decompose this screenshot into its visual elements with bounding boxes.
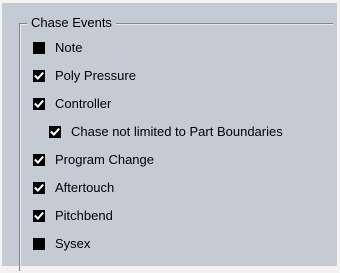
checkbox-icon[interactable] bbox=[33, 182, 45, 194]
checkbox-program-change[interactable]: Program Change bbox=[33, 151, 154, 169]
checkbox-label-program-change: Program Change bbox=[55, 152, 154, 167]
checkbox-note[interactable]: Note bbox=[33, 39, 82, 57]
checkbox-label-chase-not-limited: Chase not limited to Part Boundaries bbox=[71, 124, 283, 139]
checkbox-icon[interactable] bbox=[33, 98, 45, 110]
chase-events-group bbox=[19, 23, 333, 271]
checkbox-label-poly-pressure: Poly Pressure bbox=[55, 68, 136, 83]
checkbox-icon[interactable] bbox=[33, 154, 45, 166]
checkbox-poly-pressure[interactable]: Poly Pressure bbox=[33, 67, 136, 85]
checkbox-label-note: Note bbox=[55, 40, 83, 55]
checkbox-pitchbend[interactable]: Pitchbend bbox=[33, 207, 113, 225]
checkbox-controller[interactable]: Controller bbox=[33, 95, 111, 113]
checkbox-label-sysex: Sysex bbox=[55, 236, 91, 251]
checkbox-label-pitchbend: Pitchbend bbox=[55, 208, 113, 223]
checkbox-label-controller: Controller bbox=[55, 96, 112, 111]
checkbox-icon[interactable] bbox=[33, 210, 45, 222]
checkbox-icon[interactable] bbox=[33, 70, 45, 82]
checkbox-sysex[interactable]: Sysex bbox=[33, 235, 90, 253]
checkbox-icon[interactable] bbox=[33, 42, 45, 54]
checkbox-icon[interactable] bbox=[33, 238, 45, 250]
group-title: Chase Events bbox=[27, 14, 116, 32]
chase-events-panel: Chase Events Note Poly Pressure Controll… bbox=[2, 3, 337, 271]
checkbox-label-aftertouch: Aftertouch bbox=[55, 180, 115, 195]
checkbox-icon[interactable] bbox=[49, 126, 61, 138]
checkbox-chase-not-limited[interactable]: Chase not limited to Part Boundaries bbox=[49, 123, 283, 141]
checkbox-aftertouch[interactable]: Aftertouch bbox=[33, 179, 114, 197]
